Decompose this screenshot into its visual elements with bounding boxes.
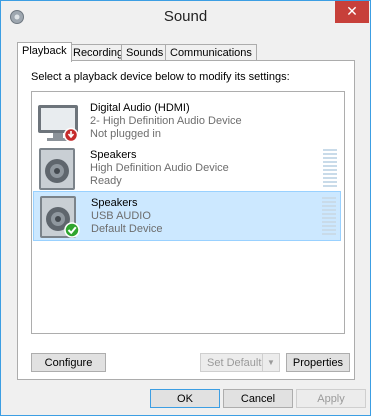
sound-dialog: Sound ✕ Playback Recording Sounds Commun… xyxy=(0,0,371,416)
device-status: Not plugged in xyxy=(90,128,161,140)
title-bar[interactable]: Sound ✕ xyxy=(1,1,370,33)
cancel-button[interactable]: Cancel xyxy=(223,389,293,408)
monitor-icon xyxy=(38,105,79,143)
configure-button[interactable]: Configure xyxy=(31,353,106,372)
unplugged-badge-icon xyxy=(63,127,79,143)
window-title: Sound xyxy=(163,8,208,25)
tab-communications[interactable]: Communications xyxy=(165,44,257,61)
configure-label: Configure xyxy=(44,357,93,369)
cancel-label: Cancel xyxy=(240,393,276,405)
device-item-speakers-usb[interactable]: Speakers USB AUDIO Default Device xyxy=(33,191,341,241)
chevron-down-icon[interactable]: ▼ xyxy=(262,354,279,371)
device-driver: USB AUDIO xyxy=(91,210,151,222)
default-check-icon xyxy=(64,222,80,238)
device-name: Speakers xyxy=(90,149,137,161)
tab-sounds[interactable]: Sounds xyxy=(121,44,169,61)
tab-recording[interactable]: Recording xyxy=(68,44,129,61)
device-name: Speakers xyxy=(91,197,138,209)
close-button[interactable]: ✕ xyxy=(335,1,369,23)
set-default-label: Set Default xyxy=(207,357,262,369)
instruction-text: Select a playback device below to modify… xyxy=(31,71,290,83)
ok-button[interactable]: OK xyxy=(150,389,220,408)
device-list[interactable]: Digital Audio (HDMI) 2- High Definition … xyxy=(31,91,345,334)
device-driver: 2- High Definition Audio Device xyxy=(90,115,242,127)
device-name: Digital Audio (HDMI) xyxy=(90,102,190,114)
device-status: Default Device xyxy=(91,223,163,235)
speaker-icon xyxy=(39,148,75,190)
speaker-icon xyxy=(40,196,80,238)
device-status: Ready xyxy=(90,175,122,187)
device-driver: High Definition Audio Device xyxy=(90,162,229,174)
device-item-hdmi[interactable]: Digital Audio (HDMI) 2- High Definition … xyxy=(33,97,341,147)
properties-label: Properties xyxy=(292,357,344,369)
apply-label: Apply xyxy=(317,393,345,405)
set-default-button[interactable]: Set Default ▼ xyxy=(200,353,280,372)
apply-button[interactable]: Apply xyxy=(296,389,366,408)
properties-button[interactable]: Properties xyxy=(286,353,350,372)
volume-meter xyxy=(323,149,337,189)
ok-label: OK xyxy=(177,393,193,405)
tab-playback[interactable]: Playback xyxy=(17,42,72,62)
playback-panel: Select a playback device below to modify… xyxy=(17,60,355,380)
volume-meter xyxy=(322,197,336,237)
device-item-speakers-hd[interactable]: Speakers High Definition Audio Device Re… xyxy=(33,144,341,194)
